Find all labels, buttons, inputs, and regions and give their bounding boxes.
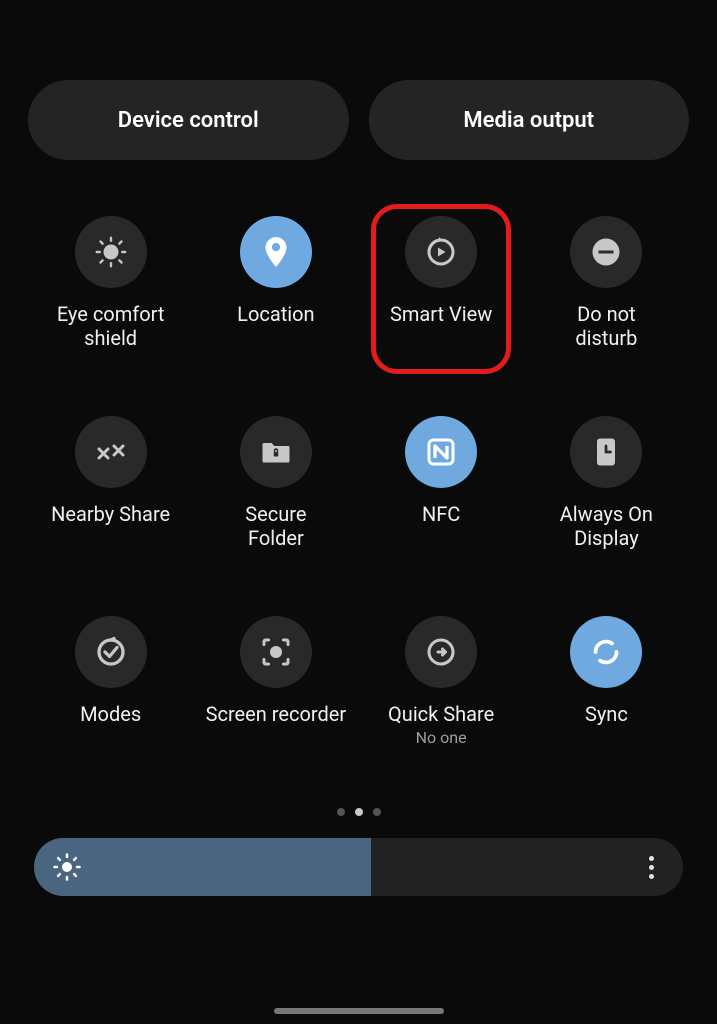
tile-eye-comfort[interactable]: Eye comfort shield: [31, 210, 191, 350]
always-on-icon: [570, 416, 642, 488]
sync-icon: [570, 616, 642, 688]
media-output-label: Media output: [463, 108, 594, 133]
tile-sync[interactable]: Sync: [526, 610, 686, 726]
tile-label: Screen recorder: [206, 702, 346, 726]
tile-always-on[interactable]: Always On Display: [526, 410, 686, 550]
location-icon: [240, 216, 312, 288]
pager-dot[interactable]: [355, 808, 363, 816]
quick-settings-panel: Device control Media output Eye comfort …: [0, 0, 717, 1024]
tile-label: NFC: [422, 502, 460, 526]
modes-icon: [75, 616, 147, 688]
tile-label: Modes: [80, 702, 141, 726]
device-control-label: Device control: [118, 108, 259, 133]
screen-recorder-icon: [240, 616, 312, 688]
tile-smart-view[interactable]: Smart View: [361, 210, 521, 326]
gesture-nav-bar[interactable]: [274, 1008, 444, 1014]
eye-comfort-icon: [75, 216, 147, 288]
tile-label: Nearby Share: [51, 502, 170, 526]
brightness-options-button[interactable]: [629, 845, 673, 889]
device-control-button[interactable]: Device control: [28, 80, 349, 160]
tile-label: Quick Share: [388, 702, 494, 726]
tile-label: Do not disturb: [575, 302, 637, 350]
nfc-icon: [405, 416, 477, 488]
dnd-icon: [570, 216, 642, 288]
tile-location[interactable]: Location: [196, 210, 356, 326]
brightness-fill: [34, 838, 371, 896]
brightness-icon: [52, 852, 82, 882]
tile-label: Always On Display: [560, 502, 653, 550]
brightness-row: [28, 838, 689, 896]
tile-dnd[interactable]: Do not disturb: [526, 210, 686, 350]
tile-nfc[interactable]: NFC: [361, 410, 521, 526]
page-indicator[interactable]: [28, 808, 689, 816]
quick-tiles-grid: Eye comfort shield Location Smart View Do n…: [28, 210, 689, 790]
tile-label: Smart View: [390, 302, 492, 326]
tile-secure-folder[interactable]: Secure Folder: [196, 410, 356, 550]
pager-dot[interactable]: [373, 808, 381, 816]
smart-view-icon: [405, 216, 477, 288]
nearby-share-icon: [75, 416, 147, 488]
pager-dot[interactable]: [337, 808, 345, 816]
tile-sublabel: No one: [416, 728, 467, 747]
tile-label: Location: [237, 302, 314, 326]
tile-label: Secure Folder: [245, 502, 306, 550]
quick-share-icon: [405, 616, 477, 688]
tile-label: Eye comfort shield: [57, 302, 165, 350]
more-vert-icon: [649, 865, 654, 870]
tile-quick-share[interactable]: Quick Share No one: [361, 610, 521, 747]
media-output-button[interactable]: Media output: [369, 80, 690, 160]
tile-nearby-share[interactable]: Nearby Share: [31, 410, 191, 526]
tile-label: Sync: [585, 702, 628, 726]
brightness-slider[interactable]: [34, 838, 683, 896]
tile-screen-recorder[interactable]: Screen recorder: [196, 610, 356, 726]
tile-modes[interactable]: Modes: [31, 610, 191, 726]
top-button-row: Device control Media output: [28, 80, 689, 160]
secure-folder-icon: [240, 416, 312, 488]
